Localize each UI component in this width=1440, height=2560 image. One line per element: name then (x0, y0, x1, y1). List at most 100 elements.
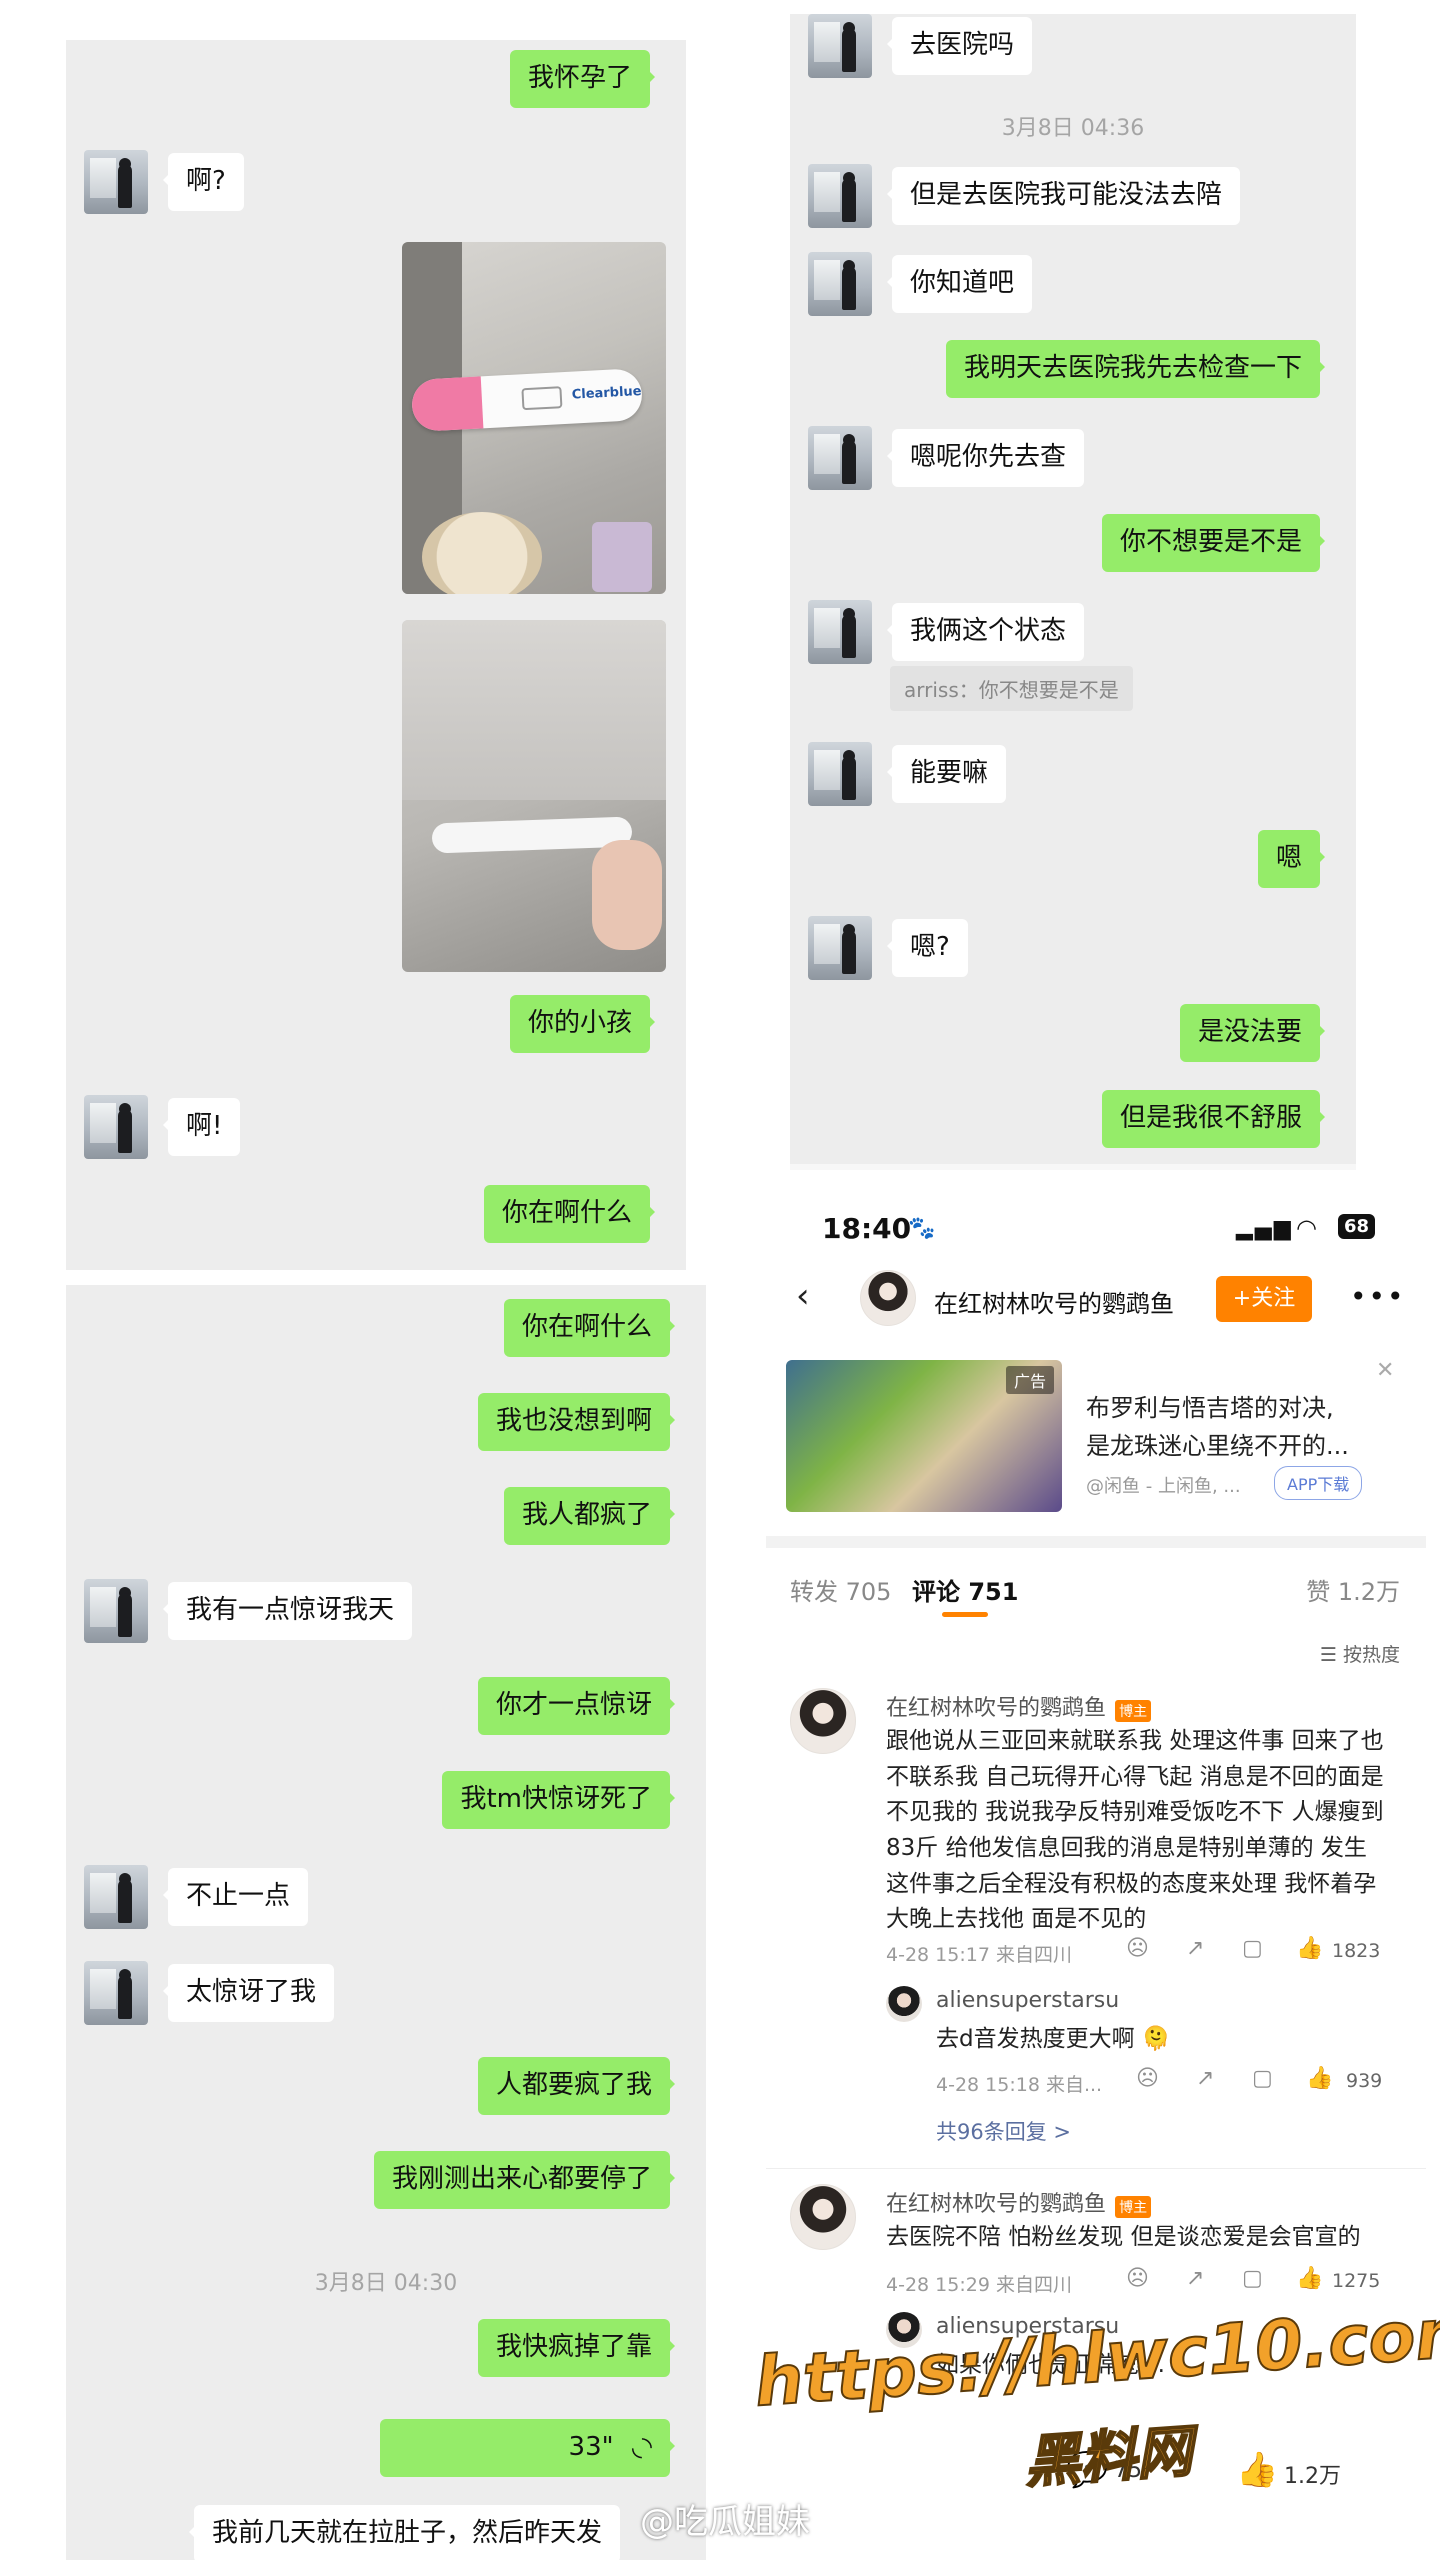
tab-repost[interactable]: 转发 705 (790, 1572, 891, 1607)
message-bubble-sent[interactable]: 人都要疯了我 (477, 2057, 676, 2115)
like-icon[interactable]: 👍 (1296, 2266, 1323, 2291)
dislike-icon[interactable]: ☹ (1126, 1936, 1149, 1961)
message-bubble-sent[interactable]: 我明天去医院我先去检查一下 (945, 340, 1326, 398)
message-row: 我快疯掉了靠 (477, 2319, 688, 2377)
dislike-icon[interactable]: ☹ (1126, 2266, 1149, 2291)
reply-meta: 4-28 15:18 来自... (936, 2074, 1103, 2096)
blogger-badge: 博主 (1115, 1699, 1152, 1722)
contact-avatar[interactable] (84, 150, 148, 214)
pregnancy-test-photo-1[interactable]: Clearblue (402, 242, 666, 594)
message-bubble-sent[interactable]: 你在啊什么 (483, 1185, 656, 1243)
message-bubble-sent[interactable]: 我人都疯了 (503, 1487, 676, 1545)
close-ad-icon[interactable]: ✕ (1376, 1358, 1394, 1383)
message-bubble-received[interactable]: 嗯呢你先去查 (886, 429, 1085, 487)
contact-avatar[interactable] (808, 426, 872, 490)
message-bubble-sent[interactable]: 你不想要是不是 (1101, 514, 1326, 572)
ad-download-button[interactable]: APP下载 (1274, 1466, 1363, 1500)
message-row: 我怀孕了 (509, 50, 668, 108)
contact-avatar[interactable] (84, 1865, 148, 1929)
message-bubble-sent[interactable]: 你才一点惊讶 (477, 1677, 676, 1735)
dislike-icon[interactable]: ☹ (1136, 2066, 1159, 2091)
message-bubble-sent[interactable]: 嗯 (1257, 830, 1326, 888)
message-bubble-received[interactable]: 去医院吗 (886, 17, 1033, 75)
message-bubble-received[interactable]: 我有一点惊讶我天 (162, 1582, 413, 1640)
message-bubble-sent[interactable]: 我tm快惊讶死了 (442, 1771, 675, 1829)
thumbs-up-icon[interactable]: 👍 (1236, 2450, 1278, 2490)
message-bubble-sent[interactable]: 是没法要 (1179, 1004, 1326, 1062)
message-bubble-received[interactable]: 能要嘛 (886, 745, 1007, 803)
comment-author[interactable]: 在红树林吹号的鹦鹉鱼 (886, 1696, 1106, 1721)
message-bubble-sent[interactable]: 你的小孩 (509, 995, 656, 1053)
comment-like-count: 1275 (1332, 2270, 1381, 2292)
message-row: 我明天去医院我先去检查一下 (945, 340, 1338, 398)
message-bubble-sent[interactable]: 我刚测出来心都要停了 (373, 2151, 676, 2209)
message-bubble-received[interactable]: 不止一点 (162, 1868, 309, 1926)
message-bubble-received[interactable]: 我俩这个状态 (886, 603, 1085, 661)
sort-label: 按热度 (1342, 1644, 1400, 1666)
message-bubble-received[interactable]: 太惊讶了我 (162, 1964, 335, 2022)
comment-icon[interactable]: ▢ (1252, 2066, 1273, 2091)
message-bubble-sent[interactable]: 我快疯掉了靠 (477, 2319, 676, 2377)
like-icon[interactable]: 👍 (1306, 2066, 1333, 2091)
comment-icon[interactable]: ▢ (1242, 1936, 1263, 1961)
pregnancy-test-photo-2[interactable] (402, 620, 666, 972)
quoted-message[interactable]: arriss：你不想要是不是 (890, 666, 1133, 711)
message-bubble-sent[interactable]: 我也没想到啊 (477, 1393, 676, 1451)
contact-avatar[interactable] (808, 14, 872, 78)
message-bubble-received[interactable]: 你知道吧 (886, 255, 1033, 313)
message-row: 但是去医院我可能没法去陪 (808, 164, 1241, 228)
chat-panel-top-left: 我怀孕了 啊? Clearblue 你的小孩 啊! 你在啊什么 (66, 40, 686, 1270)
contact-avatar[interactable] (808, 164, 872, 228)
message-bubble-received[interactable]: 但是去医院我可能没法去陪 (886, 167, 1241, 225)
ad-title-line2[interactable]: 是龙珠迷心里绕不开的... (1086, 1426, 1349, 1461)
ad-image[interactable]: 广告 (786, 1360, 1062, 1512)
message-row: 人都要疯了我 (477, 2057, 688, 2115)
contact-avatar[interactable] (84, 1579, 148, 1643)
contact-avatar[interactable] (808, 742, 872, 806)
message-bubble-received[interactable]: 我前几天就在拉肚子，然后昨天发 (188, 2505, 621, 2560)
message-bubble-sent[interactable]: 但是我很不舒服 (1101, 1090, 1326, 1148)
comment-icon[interactable]: ▢ (1242, 2266, 1263, 2291)
more-replies-link[interactable]: 共96条回复 > (936, 2116, 1071, 2146)
reply-author[interactable]: aliensuperstarsu (936, 1988, 1119, 2013)
share-icon[interactable]: ↗ (1196, 2066, 1214, 2091)
brand-label: Clearblue (571, 384, 642, 403)
message-bubble-sent[interactable]: 我怀孕了 (509, 50, 656, 108)
voice-message-row: 33" ◟◝ (380, 2419, 688, 2477)
message-row: 我有一点惊讶我天 (84, 1579, 413, 1643)
contact-avatar[interactable] (808, 916, 872, 980)
tab-like[interactable]: 赞 1.2万 (1306, 1572, 1400, 1607)
sort-icon: ☰ (1319, 1644, 1337, 1666)
account-name[interactable]: 在红树林吹号的鹦鹉鱼 (934, 1284, 1174, 1319)
contact-avatar[interactable] (84, 1095, 148, 1159)
message-bubble-received[interactable]: 啊? (163, 153, 244, 211)
ad-title-line1[interactable]: 布罗利与悟吉塔的对决, (1086, 1388, 1334, 1423)
message-bubble-received[interactable]: 嗯? (887, 919, 968, 977)
comment-avatar[interactable] (790, 1688, 856, 1754)
message-bubble-sent[interactable]: 你在啊什么 (503, 1299, 676, 1357)
comment-avatar[interactable] (790, 2184, 856, 2250)
account-avatar[interactable] (860, 1270, 916, 1326)
comment-author-row: 在红树林吹号的鹦鹉鱼 博主 (886, 2186, 1152, 2218)
weibo-watermark: @吃瓜姐妹 (640, 2502, 810, 2542)
contact-avatar[interactable] (808, 600, 872, 664)
comment-author[interactable]: 在红树林吹号的鹦鹉鱼 (886, 2192, 1106, 2217)
message-bubble-received[interactable]: 啊! (162, 1098, 241, 1156)
reply-avatar[interactable] (886, 1986, 922, 2022)
chat-panel-top-right: 去医院吗 3月8日 04:36 但是去医院我可能没法去陪 你知道吧 我明天去医院… (790, 14, 1356, 1170)
follow-button[interactable]: +关注 (1216, 1276, 1312, 1322)
comment-meta: 4-28 15:29 来自四川 (886, 2274, 1072, 2296)
contact-avatar[interactable] (808, 252, 872, 316)
chat-timestamp: 3月8日 04:36 (1001, 116, 1145, 141)
like-icon[interactable]: 👍 (1296, 1936, 1323, 1961)
voice-message-bubble[interactable]: 33" ◟◝ (380, 2419, 675, 2477)
back-icon[interactable]: ‹ (796, 1276, 810, 1316)
sort-button[interactable]: ☰ 按热度 (1320, 1640, 1400, 1667)
more-icon[interactable]: ••• (1350, 1280, 1406, 1313)
comment-text: 去医院不陪 怕粉丝发现 但是谈恋爱是会官宣的 (886, 2224, 1361, 2250)
message-row: 我刚测出来心都要停了 (373, 2151, 688, 2209)
contact-avatar[interactable] (84, 1961, 148, 2025)
share-icon[interactable]: ↗ (1186, 2266, 1204, 2291)
share-icon[interactable]: ↗ (1186, 1936, 1204, 1961)
tab-comment[interactable]: 评论 751 (912, 1572, 1018, 1607)
